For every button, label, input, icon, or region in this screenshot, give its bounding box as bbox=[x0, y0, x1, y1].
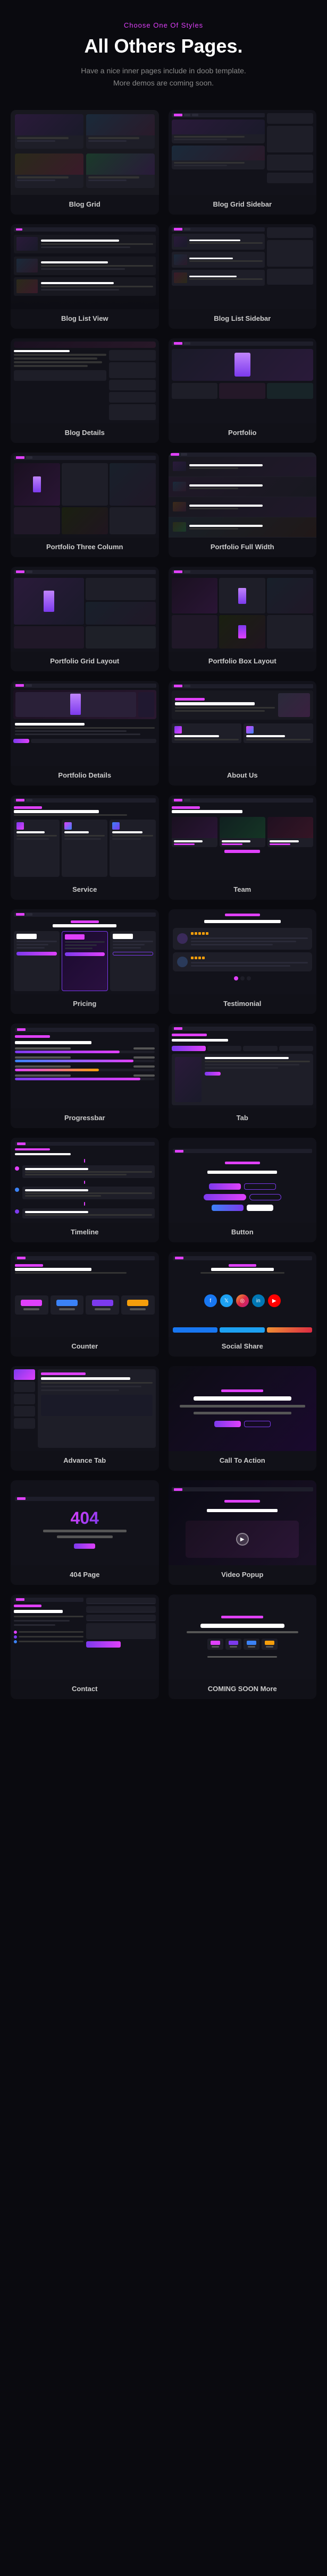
card-testimonial[interactable]: Testimonial bbox=[169, 909, 317, 1014]
subtitle: Have a nice inner pages include in doob … bbox=[11, 65, 316, 89]
card-label-blog-list-sidebar: Blog List Sidebar bbox=[169, 309, 317, 329]
card-label-portfolio-details: Portfolio Details bbox=[11, 766, 159, 786]
card-label-portfolio-three-column: Portfolio Three Column bbox=[11, 538, 159, 557]
thumb-team bbox=[169, 795, 317, 880]
card-coming-soon-more[interactable]: COMING SOON More bbox=[169, 1594, 317, 1699]
card-portfolio-full-width[interactable]: Portfolio Full Width bbox=[169, 453, 317, 557]
card-contact[interactable]: Contact bbox=[11, 1594, 159, 1699]
card-label-blog-grid: Blog Grid bbox=[11, 195, 159, 215]
card-label-portfolio-grid-layout: Portfolio Grid Layout bbox=[11, 652, 159, 671]
card-label-blog-details: Blog Details bbox=[11, 423, 159, 443]
thumb-portfolio-three-column bbox=[11, 453, 159, 538]
card-portfolio[interactable]: Portfolio bbox=[169, 338, 317, 443]
thumb-blog-grid-sidebar bbox=[169, 110, 317, 195]
card-blog-details[interactable]: Blog Details bbox=[11, 338, 159, 443]
thumb-social-share: f 𝕏 ◎ in ▶ bbox=[169, 1252, 317, 1337]
card-label-portfolio: Portfolio bbox=[169, 423, 317, 443]
page-title: All Others Pages. bbox=[11, 35, 316, 57]
card-label-tab: Tab bbox=[169, 1108, 317, 1128]
thumb-testimonial bbox=[169, 909, 317, 994]
choose-label: Choose One Of Styles bbox=[11, 21, 316, 29]
card-portfolio-details[interactable]: Portfolio Details bbox=[11, 681, 159, 786]
card-label-counter: Counter bbox=[11, 1337, 159, 1357]
play-icon: ▶ bbox=[236, 1533, 249, 1546]
thumb-portfolio-box-layout bbox=[169, 567, 317, 652]
twitter-icon: 𝕏 bbox=[220, 1294, 233, 1307]
card-label-blog-grid-sidebar: Blog Grid Sidebar bbox=[169, 195, 317, 215]
thumb-call-to-action bbox=[169, 1366, 317, 1451]
thumb-portfolio-grid-layout bbox=[11, 567, 159, 652]
card-label-advance-tab: Advance Tab bbox=[11, 1451, 159, 1471]
card-button[interactable]: Button bbox=[169, 1138, 317, 1242]
card-label-portfolio-full-width: Portfolio Full Width bbox=[169, 538, 317, 557]
card-label-contact: Contact bbox=[11, 1679, 159, 1699]
card-label-testimonial: Testimonial bbox=[169, 994, 317, 1014]
youtube-icon: ▶ bbox=[268, 1294, 281, 1307]
card-tab[interactable]: Tab bbox=[169, 1023, 317, 1128]
card-portfolio-grid-layout[interactable]: Portfolio Grid Layout bbox=[11, 567, 159, 671]
404-number: 404 bbox=[71, 1509, 99, 1526]
card-label-service: Service bbox=[11, 880, 159, 900]
page-wrapper: Choose One Of Styles All Others Pages. H… bbox=[0, 0, 327, 1720]
card-label-404-page: 404 Page bbox=[11, 1565, 159, 1585]
card-pricing[interactable]: Pricing bbox=[11, 909, 159, 1014]
card-blog-list-view[interactable]: Blog List View bbox=[11, 224, 159, 329]
card-blog-list-sidebar[interactable]: Blog List Sidebar bbox=[169, 224, 317, 329]
card-blog-grid[interactable]: Blog Grid bbox=[11, 110, 159, 215]
thumb-service bbox=[11, 795, 159, 880]
thumb-progressbar bbox=[11, 1023, 159, 1108]
thumb-timeline bbox=[11, 1138, 159, 1223]
card-label-timeline: Timeline bbox=[11, 1223, 159, 1242]
thumb-counter bbox=[11, 1252, 159, 1337]
card-label-button: Button bbox=[169, 1223, 317, 1242]
card-about-us[interactable]: About Us bbox=[169, 681, 317, 786]
page-header: Choose One Of Styles All Others Pages. H… bbox=[0, 0, 327, 105]
card-label-call-to-action: Call To Action bbox=[169, 1451, 317, 1471]
card-video-popup[interactable]: ▶ Video Popup bbox=[169, 1480, 317, 1585]
card-label-social-share: Social Share bbox=[169, 1337, 317, 1357]
thumb-blog-list-sidebar bbox=[169, 224, 317, 309]
card-label-video-popup: Video Popup bbox=[169, 1565, 317, 1585]
card-blog-grid-sidebar[interactable]: Blog Grid Sidebar bbox=[169, 110, 317, 215]
card-portfolio-three-column[interactable]: Portfolio Three Column bbox=[11, 453, 159, 557]
thumb-contact bbox=[11, 1594, 159, 1679]
thumb-advance-tab bbox=[11, 1366, 159, 1451]
card-label-blog-list-view: Blog List View bbox=[11, 309, 159, 329]
card-social-share[interactable]: f 𝕏 ◎ in ▶ Social Share bbox=[169, 1252, 317, 1357]
thumb-button bbox=[169, 1138, 317, 1223]
thumb-blog-grid bbox=[11, 110, 159, 195]
thumb-about-us bbox=[169, 681, 317, 766]
thumb-portfolio bbox=[169, 338, 317, 423]
thumb-coming-soon-more bbox=[169, 1594, 317, 1679]
card-team[interactable]: Team bbox=[169, 795, 317, 900]
card-label-progressbar: Progressbar bbox=[11, 1108, 159, 1128]
card-progressbar[interactable]: Progressbar bbox=[11, 1023, 159, 1128]
thumb-blog-details bbox=[11, 338, 159, 423]
thumb-tab bbox=[169, 1023, 317, 1108]
card-call-to-action[interactable]: Call To Action bbox=[169, 1366, 317, 1471]
thumb-pricing bbox=[11, 909, 159, 994]
card-label-about-us: About Us bbox=[169, 766, 317, 786]
card-timeline[interactable]: Timeline bbox=[11, 1138, 159, 1242]
thumb-portfolio-details bbox=[11, 681, 159, 766]
card-service[interactable]: Service bbox=[11, 795, 159, 900]
thumb-portfolio-full-width bbox=[169, 453, 317, 538]
card-404-page[interactable]: 404 404 Page bbox=[11, 1480, 159, 1585]
card-advance-tab[interactable]: Advance Tab bbox=[11, 1366, 159, 1471]
card-label-team: Team bbox=[169, 880, 317, 900]
facebook-icon: f bbox=[204, 1294, 217, 1307]
linkedin-icon: in bbox=[252, 1294, 265, 1307]
cards-grid: Blog Grid B bbox=[0, 105, 327, 1720]
instagram-icon: ◎ bbox=[236, 1294, 249, 1307]
card-label-coming-soon-more: COMING SOON More bbox=[169, 1679, 317, 1699]
card-portfolio-box-layout[interactable]: Portfolio Box Layout bbox=[169, 567, 317, 671]
thumb-blog-list-view bbox=[11, 224, 159, 309]
thumb-404-page: 404 bbox=[11, 1480, 159, 1565]
card-label-portfolio-box-layout: Portfolio Box Layout bbox=[169, 652, 317, 671]
card-counter[interactable]: Counter bbox=[11, 1252, 159, 1357]
card-label-pricing: Pricing bbox=[11, 994, 159, 1014]
thumb-video-popup: ▶ bbox=[169, 1480, 317, 1565]
